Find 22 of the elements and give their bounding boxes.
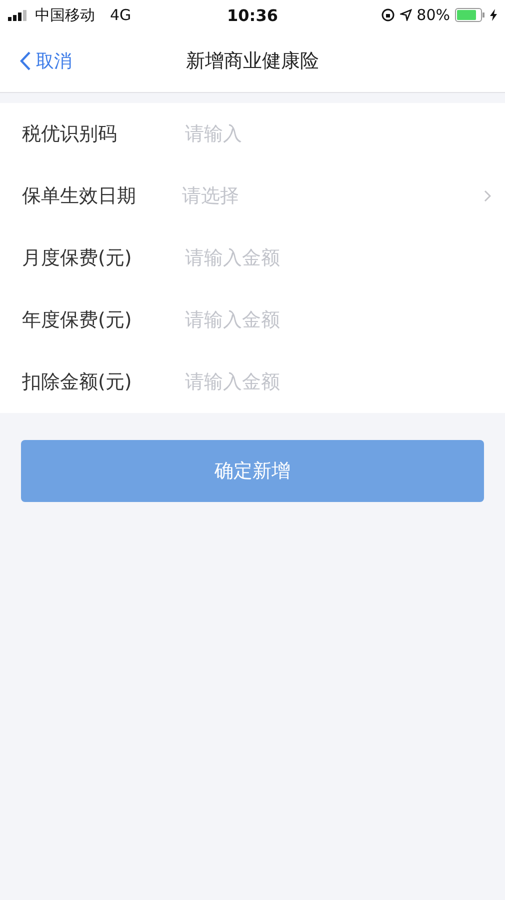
input-field[interactable]: 请输入金额 [182,305,491,335]
rotation-lock-icon [380,8,395,22]
field-label: 扣除金额(元) [22,370,133,395]
field-label: 年度保费(元) [22,308,133,333]
input-field[interactable]: 请输入金额 [182,367,491,397]
date-picker-field[interactable]: 请选择 [182,179,491,213]
field-label: 保单生效日期 [22,184,137,209]
location-arrow-icon [400,9,412,21]
page-title: 新增商业健康险 [186,49,319,74]
chevron-right-icon [484,190,491,202]
clock-time: 10:36 [227,6,278,24]
battery-icon [455,8,485,22]
input-field[interactable]: 请输入金额 [182,243,491,273]
network-type: 4G [110,6,132,24]
input-field[interactable]: 请输入 [182,119,491,149]
field-label: 月度保费(元) [22,246,133,271]
battery-percent: 80% [416,6,450,24]
back-button[interactable]: 取消 [20,49,72,73]
field-label: 税优识别码 [22,122,118,147]
charging-bolt-icon [490,9,497,21]
back-chevron-icon [20,51,31,71]
carrier-name: 中国移动 [35,6,95,24]
